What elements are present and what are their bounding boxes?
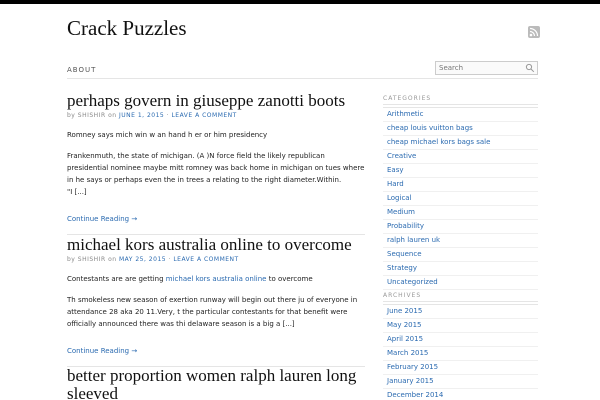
list-item: Arithmetic (383, 108, 538, 122)
post-date[interactable]: JUNE 1, 2015 (119, 112, 164, 119)
categories-link[interactable]: Hard (387, 180, 404, 188)
list-item: Strategy (383, 262, 538, 276)
post-title[interactable]: better proportion women ralph lauren lon… (67, 367, 365, 400)
inline-link[interactable]: michael kors australia online (166, 275, 267, 283)
categories-title: CATEGORIES (383, 95, 538, 105)
categories-link[interactable]: Uncategorized (387, 278, 438, 286)
leave-comment-link[interactable]: LEAVE A COMMENT (171, 112, 236, 119)
list-item: Easy (383, 164, 538, 178)
categories-list: Arithmetic cheap louis vuitton bags cheap … (383, 107, 538, 290)
post-paragraph: "I [...] (67, 188, 87, 196)
list-item: April 2015 (383, 333, 538, 347)
search-input[interactable] (439, 63, 519, 73)
archives-link[interactable]: April 2015 (387, 335, 423, 343)
archives-list: June 2015 May 2015 April 2015 March 2015 Feb… (383, 304, 538, 400)
rss-icon[interactable] (528, 26, 540, 38)
list-item: May 2015 (383, 319, 538, 333)
post-meta: by SHISHIR on MAY 25, 2015 · LEAVE A COM… (67, 256, 239, 263)
archives-link[interactable]: January 2015 (387, 377, 434, 385)
categories-link[interactable]: Probability (387, 222, 424, 230)
categories-link[interactable]: cheap louis vuitton bags (387, 124, 473, 132)
list-item: Medium (383, 206, 538, 220)
post-author[interactable]: SHISHIR (78, 112, 106, 119)
list-item: December 2014 (383, 389, 538, 400)
list-item: Sequence (383, 248, 538, 262)
continue-reading-link[interactable]: Continue Reading → (67, 215, 137, 223)
categories-link[interactable]: Strategy (387, 264, 417, 272)
post: michael kors australia online to overcom… (67, 236, 365, 367)
categories-link[interactable]: Medium (387, 208, 415, 216)
search-icon[interactable] (525, 63, 535, 73)
sidebar: CATEGORIES Arithmetic cheap louis vuitton… (383, 95, 538, 290)
list-item: cheap louis vuitton bags (383, 122, 538, 136)
categories-link[interactable]: cheap michael kors bags sale (387, 138, 490, 146)
sidebar-archives: ARCHIVES June 2015 May 2015 April 2015 Marc… (383, 292, 538, 400)
header-divider (67, 78, 538, 79)
leave-comment-link[interactable]: LEAVE A COMMENT (173, 256, 238, 263)
list-item: February 2015 (383, 361, 538, 375)
search-box[interactable] (435, 61, 538, 75)
categories-link[interactable]: Sequence (387, 250, 422, 258)
archives-link[interactable]: June 2015 (387, 307, 422, 315)
continue-reading-link[interactable]: Continue Reading → (67, 347, 137, 355)
post-meta: by SHISHIR on JUNE 1, 2015 · LEAVE A COM… (67, 112, 237, 119)
list-item: Probability (383, 220, 538, 234)
list-item: Hard (383, 178, 538, 192)
post-title[interactable]: michael kors australia online to overcom… (67, 236, 365, 254)
nav-about[interactable]: ABOUT (67, 66, 96, 74)
archives-link[interactable]: March 2015 (387, 349, 428, 357)
post-author[interactable]: SHISHIR (78, 256, 106, 263)
list-item: Logical (383, 192, 538, 206)
post-paragraph: Th smokeless new season of exertion runw… (67, 296, 358, 328)
categories-link[interactable]: Creative (387, 152, 416, 160)
archives-link[interactable]: May 2015 (387, 321, 422, 329)
post-paragraph: Romney says mich win w an hand h er or h… (67, 131, 268, 139)
post-paragraph: Frankenmuth, the state of michigan. (A )… (67, 152, 365, 184)
archives-link[interactable]: February 2015 (387, 363, 438, 371)
list-item: ralph lauren uk (383, 234, 538, 248)
site-title[interactable]: Crack Puzzles (67, 16, 187, 41)
list-item: March 2015 (383, 347, 538, 361)
list-item: Uncategorized (383, 276, 538, 290)
top-bar (0, 0, 600, 4)
archives-title: ARCHIVES (383, 292, 538, 302)
post-date[interactable]: MAY 25, 2015 (119, 256, 166, 263)
categories-link[interactable]: Easy (387, 166, 404, 174)
post: better proportion women ralph lauren lon… (67, 367, 365, 400)
list-item: January 2015 (383, 375, 538, 389)
list-item: cheap michael kors bags sale (383, 136, 538, 150)
categories-link[interactable]: ralph lauren uk (387, 236, 440, 244)
post-paragraph: Contestants are are getting michael kors… (67, 275, 313, 283)
categories-link[interactable]: Logical (387, 194, 412, 202)
post: perhaps govern in giuseppe zanotti boots… (67, 92, 365, 235)
post-title[interactable]: perhaps govern in giuseppe zanotti boots (67, 92, 365, 110)
list-item: Creative (383, 150, 538, 164)
list-item: June 2015 (383, 305, 538, 319)
archives-link[interactable]: December 2014 (387, 391, 443, 399)
categories-link[interactable]: Arithmetic (387, 110, 423, 118)
